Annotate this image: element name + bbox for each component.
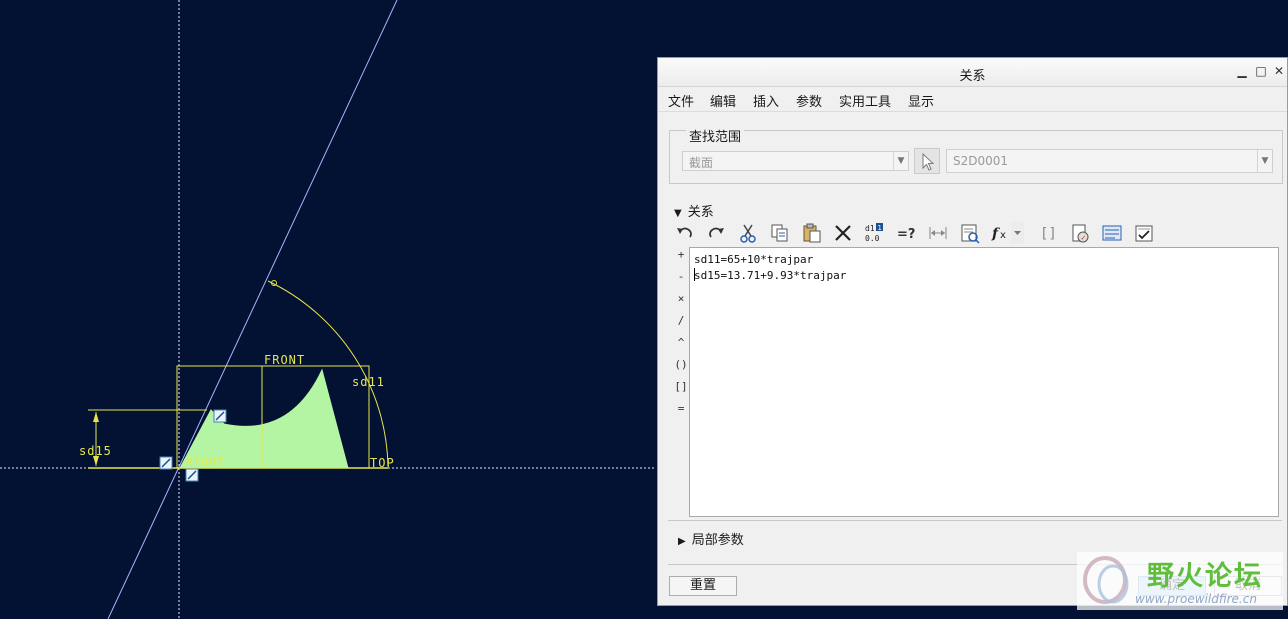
cut-icon[interactable] — [737, 222, 759, 244]
menu-parameters[interactable]: 参数 — [796, 91, 822, 110]
redo-icon[interactable] — [705, 222, 727, 244]
watermark-title: 野火论坛 — [1147, 561, 1263, 592]
paste-icon[interactable] — [801, 222, 823, 244]
scope-type-value: 截面 — [689, 156, 714, 170]
chevron-down-icon: ▼ — [1257, 150, 1272, 172]
front-label: FRONT — [264, 353, 305, 367]
copy-icon[interactable] — [769, 222, 791, 244]
delete-icon[interactable] — [832, 222, 854, 244]
svg-text:x: x — [1000, 230, 1006, 241]
select-object-button[interactable] — [914, 148, 940, 174]
relations-editor[interactable]: sd11=65+10*trajpar sd15=13.71+9.93*trajp… — [689, 247, 1279, 517]
power-operator-button[interactable]: ^ — [673, 336, 689, 349]
angle-dimension[interactable]: sd11 — [352, 375, 385, 389]
svg-text:=?: =? — [897, 227, 915, 242]
divide-operator-button[interactable]: / — [673, 314, 689, 327]
divider — [668, 520, 1282, 521]
scope-object-select[interactable]: S2D0001 ▼ — [946, 149, 1273, 173]
relations-section-header[interactable]: ▼ 关系 — [674, 201, 714, 220]
menu-utilities[interactable]: 实用工具 — [839, 91, 891, 110]
equals-operator-button[interactable]: = — [673, 402, 689, 415]
menu-bar: 文件 编辑 插入 参数 实用工具 显示 — [658, 87, 1287, 112]
minus-operator-button[interactable]: - — [673, 270, 689, 283]
local-params-section-header[interactable]: ▶ 局部参数 — [678, 529, 744, 548]
parentheses-operator-button[interactable]: () — [673, 358, 689, 371]
dialog-title: 关系 — [959, 69, 986, 84]
menu-display[interactable]: 显示 — [908, 91, 934, 110]
relation-line[interactable]: sd11=65+10*trajpar — [694, 253, 813, 266]
title-bar[interactable]: 关系 ▁ □ ✕ — [658, 58, 1287, 87]
menu-file[interactable]: 文件 — [668, 91, 694, 110]
switch-dims-icon[interactable]: d1 1 0.0 — [863, 222, 885, 244]
text-caret — [694, 268, 695, 281]
relations-dialog: 关系 ▁ □ ✕ 文件 编辑 插入 参数 实用工具 显示 查找范围 截面 ▼ S… — [657, 57, 1288, 606]
triangle-down-icon: ▼ — [674, 208, 682, 219]
constraint-icon-3[interactable] — [185, 468, 199, 482]
multiply-operator-button[interactable]: × — [673, 292, 689, 305]
cursor-arrow-icon — [922, 152, 935, 171]
local-params-label: 局部参数 — [691, 533, 744, 548]
close-icon[interactable]: ✕ — [1272, 64, 1286, 78]
height-dimension[interactable]: sd15 — [79, 444, 112, 458]
constraint-icon-1[interactable] — [213, 409, 227, 423]
relations-toolbar: d1 1 0.0 =? fx [] ✓ — [674, 222, 1154, 244]
plus-operator-button[interactable]: + — [673, 248, 689, 261]
relation-line[interactable]: sd15=13.71+9.93*trajpar — [694, 269, 846, 282]
minimize-icon[interactable]: ▁ — [1235, 64, 1249, 78]
svg-text:0.0: 0.0 — [865, 234, 880, 243]
relations-section-label: 关系 — [687, 205, 714, 220]
check-icon[interactable] — [1133, 222, 1155, 244]
svg-text:d1: d1 — [865, 224, 875, 233]
triangle-right-icon: ▶ — [678, 536, 686, 547]
svg-text:1: 1 — [878, 224, 882, 232]
right-label: RIGHT — [186, 456, 224, 469]
undo-icon[interactable] — [674, 222, 696, 244]
top-label: TOP — [370, 456, 395, 470]
evaluate-icon[interactable]: =? — [895, 222, 917, 244]
section-profile[interactable] — [179, 368, 349, 469]
menu-edit[interactable]: 编辑 — [710, 91, 736, 110]
search-scope-label: 查找范围 — [686, 126, 745, 145]
units-icon[interactable] — [1101, 222, 1123, 244]
height-dim-arrow-top — [93, 412, 99, 422]
reset-button[interactable]: 重置 — [669, 576, 737, 596]
chevron-down-icon: ▼ — [893, 152, 908, 170]
menu-insert[interactable]: 插入 — [753, 91, 779, 110]
angled-centerline — [107, 0, 398, 619]
scope-object-value: S2D0001 — [953, 154, 1009, 168]
maximize-icon[interactable]: □ — [1254, 64, 1268, 78]
watermark-logo-icon — [1083, 556, 1129, 604]
sort-icon[interactable] — [927, 222, 949, 244]
scope-type-select[interactable]: 截面 ▼ — [682, 151, 909, 171]
function-icon[interactable]: fx — [991, 222, 1025, 244]
insert-from-list-icon[interactable] — [959, 222, 981, 244]
constraint-icon-2[interactable] — [159, 456, 173, 470]
svg-text:✓: ✓ — [1081, 234, 1087, 242]
brackets-icon[interactable]: [] — [1037, 222, 1059, 244]
watermark-url: www.proewildfire.cn — [1135, 592, 1257, 606]
verify-icon[interactable]: ✓ — [1069, 222, 1091, 244]
forum-watermark: 野火论坛 www.proewildfire.cn — [1077, 552, 1283, 610]
svg-text:[]: [] — [1040, 226, 1057, 242]
brackets-operator-button[interactable]: [] — [673, 380, 689, 393]
